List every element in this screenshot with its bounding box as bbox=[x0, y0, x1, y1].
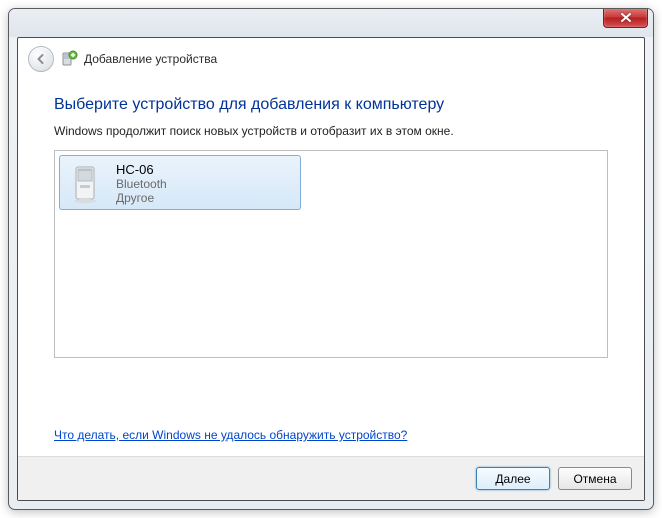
device-item[interactable]: HC-06 Bluetooth Другое bbox=[59, 155, 301, 210]
titlebar bbox=[9, 9, 653, 37]
device-text: HC-06 Bluetooth Другое bbox=[116, 160, 167, 205]
page-subtext: Windows продолжит поиск новых устройств … bbox=[54, 124, 608, 138]
dialog-body: Добавление устройства Выберите устройств… bbox=[17, 37, 645, 501]
device-name: HC-06 bbox=[116, 162, 167, 177]
help-link-row: Что делать, если Windows не удалось обна… bbox=[54, 414, 608, 456]
back-button[interactable] bbox=[28, 46, 54, 72]
dialog-window: Добавление устройства Выберите устройств… bbox=[8, 8, 654, 510]
device-list: HC-06 Bluetooth Другое bbox=[54, 150, 608, 358]
footer: Далее Отмена bbox=[18, 456, 644, 500]
page-heading: Выберите устройство для добавления к ком… bbox=[54, 96, 608, 114]
content-area: Выберите устройство для добавления к ком… bbox=[18, 84, 644, 456]
close-icon bbox=[620, 12, 632, 23]
device-category: Другое bbox=[116, 191, 167, 205]
device-generic-icon bbox=[66, 160, 106, 205]
device-type: Bluetooth bbox=[116, 177, 167, 191]
header: Добавление устройства bbox=[18, 38, 644, 84]
arrow-left-icon bbox=[34, 52, 48, 66]
cancel-button[interactable]: Отмена bbox=[558, 467, 632, 490]
next-button[interactable]: Далее bbox=[476, 467, 550, 490]
header-title: Добавление устройства bbox=[84, 52, 217, 66]
help-link[interactable]: Что делать, если Windows не удалось обна… bbox=[54, 428, 407, 442]
add-device-icon bbox=[60, 50, 78, 68]
close-button[interactable] bbox=[603, 8, 648, 28]
